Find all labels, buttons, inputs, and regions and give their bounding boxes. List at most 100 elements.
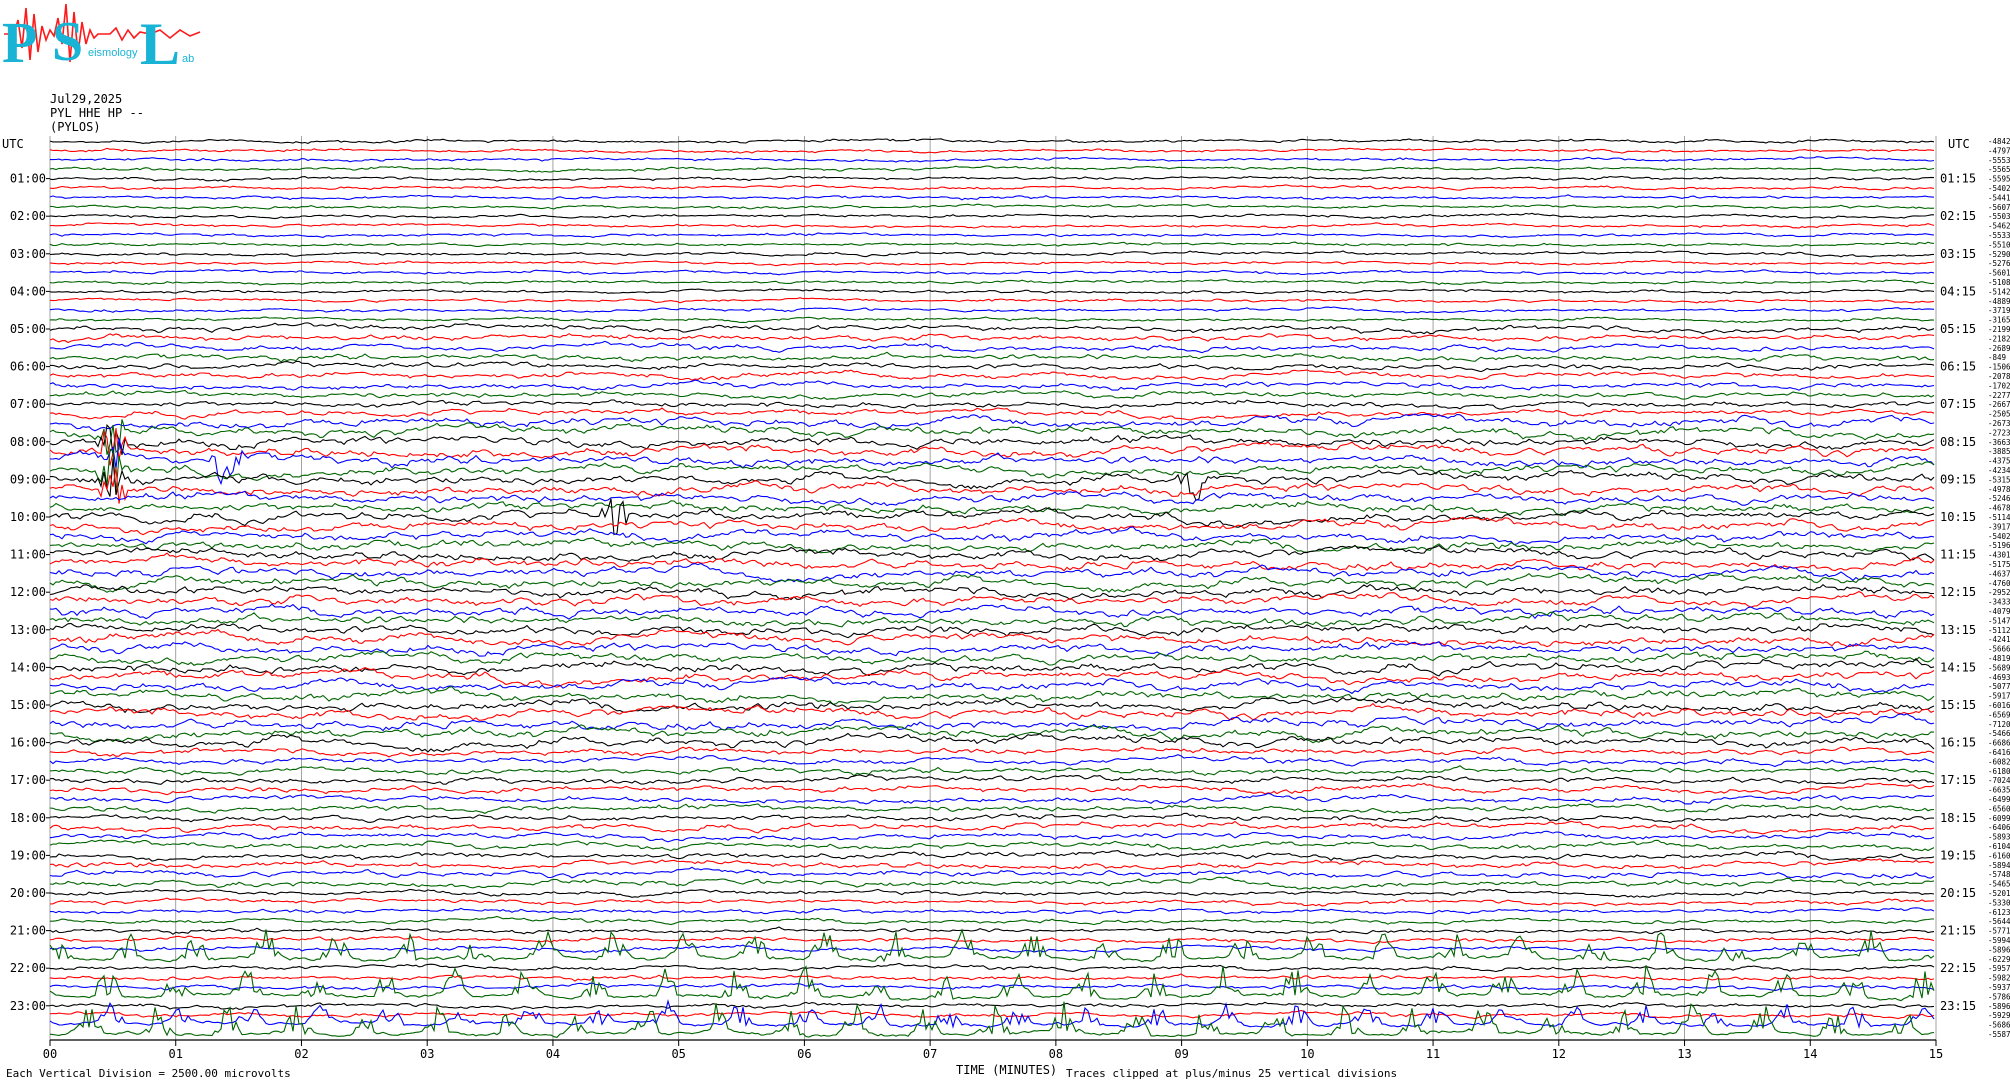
trace-offset-value: -6416 xyxy=(1988,748,2010,757)
seismogram-trace xyxy=(49,413,1935,432)
trace-offset-value: -5402 xyxy=(1988,532,2010,541)
trace-offset-value: -5503 xyxy=(1988,212,2010,221)
location-label: (PYLOS) xyxy=(50,120,101,134)
x-tick-label: 08 xyxy=(1049,1047,1063,1061)
seismogram-trace xyxy=(49,147,1935,154)
trace-offset-value: -5142 xyxy=(1988,287,2010,296)
trace-offset-value: -1506 xyxy=(1988,363,2010,372)
trace-offset-value: -6560 xyxy=(1988,804,2010,813)
trace-offset-value: -6406 xyxy=(1988,823,2010,832)
hour-label-right: 03:15 xyxy=(1940,247,1976,261)
trace-offset-value: -6686 xyxy=(1988,739,2010,748)
hour-label-right: 23:15 xyxy=(1940,999,1976,1013)
hour-label-left: 16:00 xyxy=(10,736,46,750)
trace-offset-value: -5689 xyxy=(1988,663,2010,672)
seismogram-trace xyxy=(49,222,1935,229)
trace-offset-value: -5748 xyxy=(1988,870,2010,879)
x-tick-label: 07 xyxy=(923,1047,937,1061)
hour-label-left: 14:00 xyxy=(10,660,46,674)
seismogram-trace xyxy=(49,982,1935,992)
trace-offset-value: -5510 xyxy=(1988,240,2010,249)
hour-label-right: 09:15 xyxy=(1940,472,1976,486)
seismogram-trace xyxy=(49,650,1935,666)
seismogram-trace xyxy=(49,897,1935,907)
seismogram-trace xyxy=(49,965,1935,1002)
station-label: PYL HHE HP -- xyxy=(50,106,144,120)
hour-label-right: 05:15 xyxy=(1940,322,1976,336)
trace-offset-value: -4241 xyxy=(1988,635,2010,644)
seismogram-trace xyxy=(49,754,1935,768)
seismogram-trace xyxy=(49,1001,1935,1010)
seismogram-trace xyxy=(50,915,1934,926)
hour-label-right: 21:15 xyxy=(1940,924,1976,938)
trace-offset-value: -5957 xyxy=(1988,964,2010,973)
seismogram-trace xyxy=(49,641,1935,657)
trace-offset-value: -2277 xyxy=(1988,391,2010,400)
hour-label-right: 11:15 xyxy=(1940,548,1976,562)
seismogram-trace xyxy=(49,572,1935,593)
seismogram-trace xyxy=(49,830,1935,843)
seismogram-trace xyxy=(49,858,1935,870)
seismogram-trace xyxy=(49,928,1935,963)
trace-offset-value: -5196 xyxy=(1988,541,2010,550)
trace-offset-value: -5929 xyxy=(1988,1011,2010,1020)
trace-offset-value: -5896 xyxy=(1988,945,2010,954)
trace-offset-value: -5402 xyxy=(1988,184,2010,193)
hour-label-right: 07:15 xyxy=(1940,397,1976,411)
hour-label-right: 01:15 xyxy=(1940,172,1976,186)
trace-offset-value: -5147 xyxy=(1988,616,2010,625)
trace-offset-value: -6160 xyxy=(1988,851,2010,860)
trace-offset-value: -5466 xyxy=(1988,729,2010,738)
trace-offset-value: -5246 xyxy=(1988,494,2010,503)
seismogram-trace xyxy=(49,165,1935,173)
hour-label-left: 20:00 xyxy=(10,886,46,900)
hour-label-left: 23:00 xyxy=(10,999,46,1013)
x-tick-label: 10 xyxy=(1300,1047,1314,1061)
hour-label-right: 10:15 xyxy=(1940,510,1976,524)
x-tick-label: 00 xyxy=(43,1047,57,1061)
trace-offset-value: -6635 xyxy=(1988,786,2010,795)
x-tick-label: 09 xyxy=(1174,1047,1188,1061)
seismogram-trace xyxy=(49,241,1935,248)
trace-offset-value: -4760 xyxy=(1988,579,2010,588)
trace-offset-value: -3885 xyxy=(1988,447,2010,456)
hour-label-right: 06:15 xyxy=(1940,360,1976,374)
seismogram-trace xyxy=(50,360,1935,373)
seismogram-trace xyxy=(49,839,1935,852)
trace-offset-value: -5533 xyxy=(1988,231,2010,240)
trace-offset-value: -5771 xyxy=(1988,927,2010,936)
trace-offset-value: -5982 xyxy=(1988,974,2010,983)
hour-label-left: 04:00 xyxy=(10,284,46,298)
left-axis-label: UTC xyxy=(2,137,24,151)
seismogram-trace xyxy=(49,782,1935,796)
seismogram-trace xyxy=(49,250,1935,258)
seismogram-trace xyxy=(49,175,1935,182)
hour-label-left: 12:00 xyxy=(10,585,46,599)
trace-offset-value: -5290 xyxy=(1988,250,2010,259)
seismogram-trace xyxy=(49,184,1935,191)
seismogram-trace xyxy=(49,628,1935,648)
trace-offset-value: -5666 xyxy=(1988,645,2010,654)
hour-label-left: 11:00 xyxy=(10,548,46,562)
seismogram-trace xyxy=(49,212,1934,220)
trace-offset-value: -4889 xyxy=(1988,297,2010,306)
logo-letter-s: S xyxy=(52,11,83,73)
seismogram-trace xyxy=(49,866,1935,880)
x-tick-label: 14 xyxy=(1803,1047,1817,1061)
logo-letter-p: P xyxy=(2,10,37,75)
trace-offset-value: -6099 xyxy=(1988,814,2010,823)
hour-label-right: 02:15 xyxy=(1940,209,1976,223)
hour-label-left: 08:00 xyxy=(10,435,46,449)
logo-small-word-2: ab xyxy=(182,53,194,65)
seismogram-trace xyxy=(49,399,1935,410)
hour-label-right: 08:15 xyxy=(1940,435,1976,449)
seismogram-trace xyxy=(49,467,1935,504)
seismogram-trace xyxy=(49,278,1935,286)
seismogram-trace xyxy=(49,428,1935,466)
hour-label-left: 10:00 xyxy=(10,510,46,524)
x-tick-label: 04 xyxy=(546,1047,560,1061)
trace-offset-value: -5937 xyxy=(1988,983,2010,992)
seismogram-trace xyxy=(49,389,1935,400)
seismogram-trace xyxy=(49,611,1935,628)
seismogram-trace xyxy=(49,322,1935,335)
